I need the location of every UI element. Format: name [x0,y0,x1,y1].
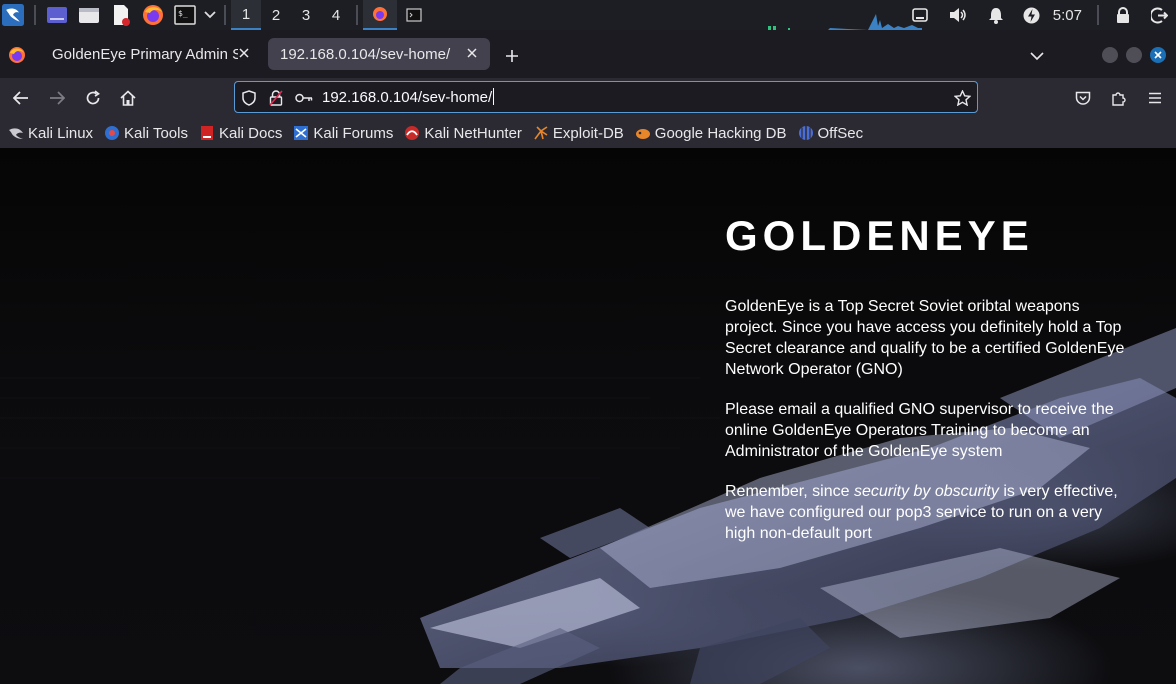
bookmark-kali-tools[interactable]: Kali Tools [104,125,188,142]
pocket-button[interactable] [1071,86,1095,110]
firefox-icon [8,46,26,68]
workspace-4[interactable]: 4 [321,0,351,30]
volume-icon[interactable] [947,4,969,26]
reminder-paragraph: Remember, since security by obscurity is… [725,481,1125,544]
page-title: GOLDENEYE [725,212,1034,259]
bookmark-kali-forums[interactable]: Kali Forums [293,125,393,142]
back-button[interactable] [9,86,33,110]
bookmark-kali-nethunter[interactable]: Kali NetHunter [404,125,522,142]
bookmark-label: Exploit-DB [552,124,624,142]
reload-button[interactable] [81,86,105,110]
firefox-icon[interactable] [142,4,164,26]
kali-docs-icon [199,125,215,141]
window-firefox[interactable] [363,0,397,30]
puzzle-icon [1112,92,1126,106]
intro-paragraph: GoldenEye is a Top Secret Soviet oribtal… [725,298,1125,378]
forward-button[interactable] [45,86,69,110]
close-icon[interactable] [236,45,252,61]
pocket-icon [1075,91,1091,105]
file-manager-icon[interactable] [78,4,100,26]
window-terminal[interactable] [397,0,431,30]
separator [1097,5,1099,25]
separator [34,5,36,25]
close-icon[interactable] [464,45,480,61]
power-icon[interactable] [1021,4,1043,26]
cpu-graph [768,14,922,32]
bookmarks-toolbar: Kali Linux Kali Tools Kali Docs Kali For… [0,118,1176,148]
hamburger-icon [1149,92,1161,104]
key-icon[interactable] [295,89,313,107]
tab-title: GoldenEye Primary Admin Server [52,45,238,63]
workspace-2[interactable]: 2 [261,0,291,30]
url-bar[interactable]: 192.168.0.104/sev-home/ [234,81,978,113]
network-icon[interactable] [909,4,931,26]
shield-icon[interactable] [240,89,258,107]
taskbar: $_ 1 2 3 4 5:07 [0,0,1176,32]
desktop-icon[interactable] [46,4,68,26]
clock[interactable]: 5:07 [1053,7,1082,24]
bookmark-exploit-db[interactable]: Exploit-DB [533,125,624,142]
nethunter-icon [404,125,420,141]
bookmark-google-hacking-db[interactable]: Google Hacking DB [635,125,787,142]
separator [356,5,358,25]
tab-goldeneye-admin[interactable]: GoldenEye Primary Admin Server [40,38,262,70]
tab-sev-home[interactable]: 192.168.0.104/sev-home/ [268,38,490,70]
reminder-text-start: Remember, since [725,483,854,500]
window-close-button[interactable] [1150,47,1166,63]
new-tab-button[interactable] [500,44,524,68]
navigation-toolbar: 192.168.0.104/sev-home/ [0,78,1176,118]
exploit-db-icon [533,125,549,141]
bookmark-label: Kali NetHunter [424,124,522,142]
ghdb-icon [635,125,651,141]
kali-forums-icon [293,125,309,141]
logout-icon[interactable] [1148,4,1170,26]
menu-button[interactable] [1143,86,1167,110]
bookmark-kali-linux[interactable]: Kali Linux [8,125,93,142]
minimize-button[interactable] [1102,47,1118,63]
bookmark-offsec[interactable]: OffSec [798,124,864,142]
bookmark-star-icon[interactable] [953,89,971,107]
bookmark-label: Kali Forums [313,124,394,142]
lock-icon[interactable] [1112,4,1134,26]
firefox-icon [373,7,387,21]
tab-strip: GoldenEye Primary Admin Server 192.168.0… [0,30,1176,78]
kali-dragon-icon[interactable] [2,4,24,26]
system-tray: 5:07 [901,0,1176,30]
chevron-down-icon[interactable] [203,4,217,26]
bookmark-label: OffSec [817,124,864,142]
extensions-button[interactable] [1107,86,1131,110]
maximize-button[interactable] [1126,47,1142,63]
list-all-tabs-button[interactable] [1026,45,1048,67]
tab-title: 192.168.0.104/sev-home/ [280,45,451,63]
insecure-lock-icon[interactable] [267,89,285,107]
offsec-icon [798,125,814,141]
svg-text:$_: $_ [178,9,188,18]
close-icon [1154,51,1162,59]
text-editor-icon[interactable] [110,4,132,26]
bookmark-label: Kali Tools [124,124,188,142]
separator [224,5,226,25]
terminal-icon [406,8,422,22]
home-button[interactable] [116,86,140,110]
bookmark-label: Kali Linux [28,124,94,142]
text-caret [493,88,495,105]
terminal-icon[interactable]: $_ [174,4,196,26]
workspace-3[interactable]: 3 [291,0,321,30]
bookmark-label: Kali Docs [218,124,283,142]
kali-tools-icon [104,125,120,141]
notification-bell-icon[interactable] [985,4,1007,26]
instructions-paragraph: Please email a qualified GNO supervisor … [725,401,1114,460]
page-content: GOLDENEYE GoldenEye is a Top Secret Sovi… [0,148,1176,684]
bookmark-label: Google Hacking DB [654,124,787,142]
reminder-emphasis: security by obscurity [853,483,999,500]
kali-icon [8,125,24,141]
workspace-1[interactable]: 1 [231,0,261,30]
url-text[interactable]: 192.168.0.104/sev-home/ [322,88,495,106]
bookmark-kali-docs[interactable]: Kali Docs [199,125,282,142]
